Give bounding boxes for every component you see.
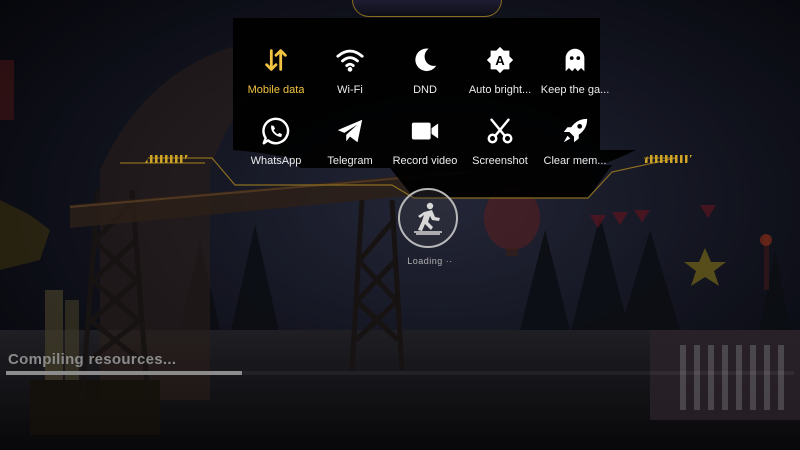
compiling-status-text: Compiling resources... [8,351,177,368]
tile-record-video[interactable]: Record video [385,111,465,175]
tile-clear-memory[interactable]: Clear mem... [535,111,615,175]
loading-label: Loading ·· [407,256,453,266]
loading-progress-bar [6,371,794,375]
tile-wifi-label: Wi-Fi [337,84,363,96]
auto-brightness-icon: A [484,44,516,76]
scissors-icon [484,115,516,147]
tile-telegram-label: Telegram [327,155,373,167]
tile-mobile-data-label: Mobile data [247,84,305,96]
stripe-accent-right [643,155,692,163]
tile-clear-memory-label: Clear mem... [543,155,607,167]
stripe-accent-left [145,155,188,163]
tile-keep-game-label: Keep the ga... [540,84,610,96]
whatsapp-icon [260,115,292,147]
moon-icon [409,44,441,76]
tile-record-video-label: Record video [392,155,458,167]
wifi-icon [334,44,366,76]
tile-dnd[interactable]: DND [385,40,465,104]
tile-wifi[interactable]: Wi-Fi [310,40,390,104]
tile-mobile-data[interactable]: Mobile data [236,40,316,104]
mobile-data-arrows-icon [260,44,292,76]
loading-runner-badge [398,188,458,248]
tile-telegram[interactable]: Telegram [310,111,390,175]
loading-progress-fill [6,371,243,375]
tile-screenshot-label: Screenshot [472,155,528,167]
tile-auto-brightness-label: Auto bright... [468,84,532,96]
tile-dnd-label: DND [413,84,437,96]
video-camera-icon [409,115,441,147]
tile-auto-brightness[interactable]: A Auto bright... [460,40,540,104]
telegram-icon [334,115,366,147]
tile-screenshot[interactable]: Screenshot [460,111,540,175]
rocket-icon [559,115,591,147]
tile-whatsapp-label: WhatsApp [250,155,302,167]
runner-icon [414,202,442,235]
tile-whatsapp[interactable]: WhatsApp [236,111,316,175]
svg-text:A: A [495,53,505,68]
ghost-icon [559,44,591,76]
tile-keep-game[interactable]: Keep the ga... [535,40,615,104]
